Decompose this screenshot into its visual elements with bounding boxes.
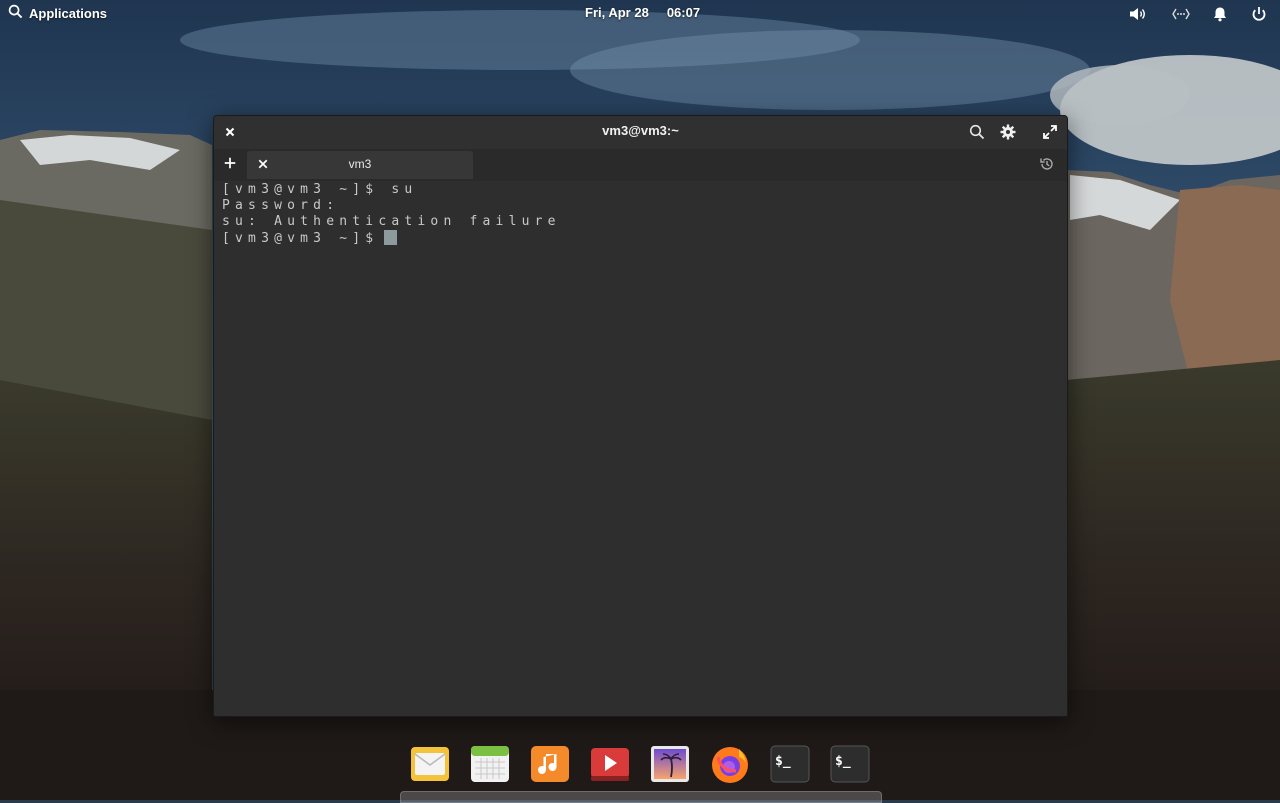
dock-terminal-app-2[interactable]: $_ <box>829 743 871 785</box>
dock-firefox-app[interactable] <box>709 743 751 785</box>
dock-music-app[interactable] <box>529 743 571 785</box>
tab-history-button[interactable] <box>1037 156 1057 176</box>
time-text: 06:07 <box>666 5 701 20</box>
notifications-bell-icon[interactable] <box>1210 5 1230 23</box>
firefox-icon <box>709 743 751 785</box>
search-icon <box>8 4 23 22</box>
top-panel: Applications Fri, Apr 28 06:07 <box>0 0 1280 26</box>
power-icon[interactable] <box>1249 5 1269 23</box>
applications-menu-button[interactable]: Applications <box>8 4 107 22</box>
terminal-icon-text: $_ <box>835 754 851 769</box>
terminal-prompt-line: [vm3@vm3 ~]$ <box>222 230 1059 246</box>
new-tab-button[interactable] <box>220 155 240 175</box>
dock-mail-app[interactable] <box>409 743 451 785</box>
window-titlebar[interactable]: vm3@vm3:~ <box>214 116 1067 149</box>
search-button[interactable] <box>967 123 987 143</box>
tab-bar: vm3 <box>214 149 1067 181</box>
terminal-cursor <box>384 230 398 245</box>
datetime-indicator[interactable]: Fri, Apr 28 06:07 <box>585 5 700 20</box>
mail-icon <box>409 743 451 785</box>
terminal-window: vm3@vm3:~ vm3 [vm3@vm3 ~]$ su Password: … <box>213 115 1068 717</box>
tab-vm3[interactable]: vm3 <box>247 151 473 179</box>
maximize-button[interactable] <box>1040 123 1060 143</box>
search-icon <box>969 124 985 143</box>
plus-icon <box>223 156 237 175</box>
dock: $_ $_ <box>400 738 882 803</box>
tab-label: vm3 <box>348 157 372 171</box>
terminal-icon-text: $_ <box>775 754 791 769</box>
gear-icon <box>1000 124 1016 143</box>
terminal-line: Password: <box>222 198 340 213</box>
dock-terminal-app[interactable]: $_ <box>769 743 811 785</box>
date-text: Fri, Apr 28 <box>585 5 649 20</box>
music-note-icon <box>529 743 571 785</box>
maximize-icon <box>1042 124 1058 143</box>
calendar-icon <box>469 743 511 785</box>
dock-calendar-app[interactable] <box>469 743 511 785</box>
history-icon <box>1039 156 1055 177</box>
dock-photos-app[interactable] <box>649 743 691 785</box>
dock-videos-app[interactable] <box>589 743 631 785</box>
play-icon <box>589 743 631 785</box>
terminal-line: [vm3@vm3 ~]$ su <box>222 182 418 197</box>
network-icon[interactable] <box>1171 5 1191 23</box>
dock-shelf <box>400 791 882 803</box>
prompt-text: [vm3@vm3 ~]$ <box>222 231 379 246</box>
terminal-output[interactable]: [vm3@vm3 ~]$ su Password: su: Authentica… <box>222 182 1059 708</box>
volume-icon[interactable] <box>1128 5 1148 23</box>
terminal-app-icon: $_ <box>769 743 811 785</box>
applications-label: Applications <box>29 5 108 21</box>
terminal-app-icon: $_ <box>829 743 871 785</box>
settings-button[interactable] <box>998 123 1018 143</box>
photo-palm-icon <box>649 743 691 785</box>
terminal-line: su: Authentication failure <box>222 214 561 229</box>
window-title: vm3@vm3:~ <box>602 123 679 138</box>
